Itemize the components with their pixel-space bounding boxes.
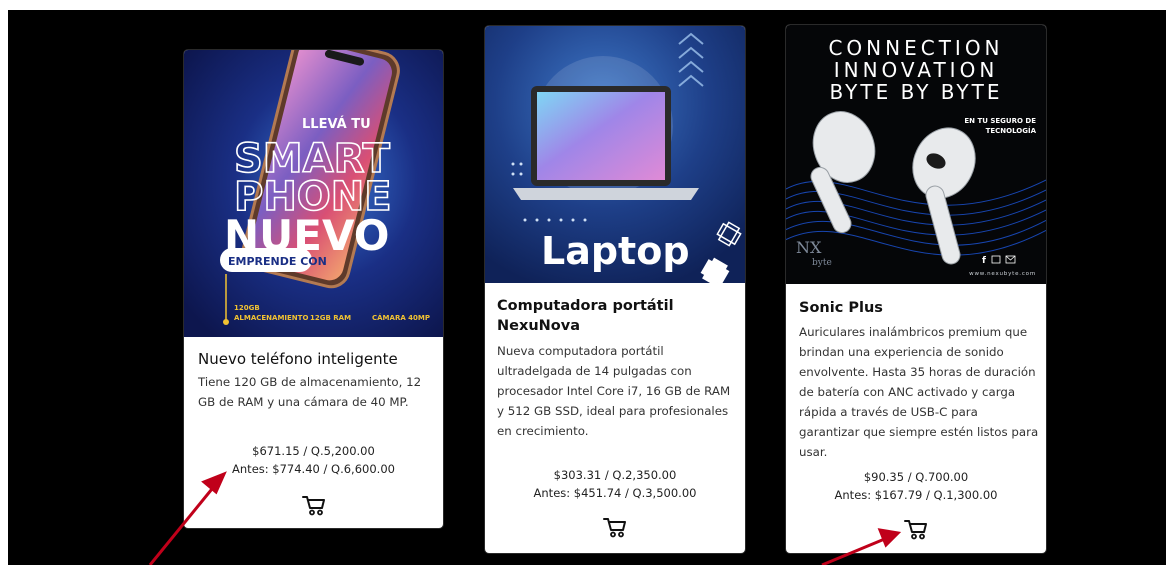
product-price: $90.35 / Q.700.00 <box>863 470 969 484</box>
img-text-spec2: 12GB RAM <box>310 314 351 322</box>
product-description: Tiene 120 GB de almacenamiento, 12 GB de… <box>198 375 422 409</box>
cart-icon[interactable] <box>903 518 929 540</box>
product-image-laptop: Laptop <box>485 26 745 283</box>
img-text-kicker: LLEVÁ TU <box>302 116 371 132</box>
img-text-brand1: NX <box>796 238 822 257</box>
product-price: $671.15 / Q.5,200.00 <box>252 444 375 458</box>
img-text-connection: CONNECTION <box>828 36 1003 60</box>
img-text-pill: EMPRENDE CON <box>228 255 327 268</box>
product-name: Nuevo teléfono inteligente <box>198 350 398 368</box>
svg-text:f: f <box>982 256 986 266</box>
img-text-tag1: EN TU SEGURO DE <box>964 117 1036 125</box>
img-text-spec1b: ALMACENAMIENTO <box>234 314 308 322</box>
img-text-site: www.nexubyte.com <box>969 271 1036 277</box>
product-card-laptop: Laptop Computadora portátil NexuNova Nue… <box>485 26 745 553</box>
product-name: Sonic Plus <box>799 300 883 316</box>
product-price: $303.31 / Q.2,350.00 <box>553 468 677 482</box>
cart-icon[interactable] <box>301 494 327 516</box>
img-text-laptop: Laptop <box>541 229 690 273</box>
product-name: Computadora portátil NexuNova <box>497 298 674 334</box>
product-description: Nueva computadora portátil ultradelgada … <box>497 344 731 438</box>
product-image-earbuds: CONNECTION INNOVATION BYTE BY BYTE EN TU… <box>786 25 1046 284</box>
img-text-innovation: INNOVATION <box>834 58 999 82</box>
product-card-earbuds: CONNECTION INNOVATION BYTE BY BYTE EN TU… <box>786 25 1046 553</box>
img-text-spec1: 120GB <box>234 304 260 312</box>
product-old-price: Antes: $167.79 / Q.1,300.00 <box>834 488 998 502</box>
product-image-smartphone: SMART PHONE LLEVÁ TU NUEVO EMPRENDE CON … <box>184 50 443 337</box>
cart-icon[interactable] <box>602 516 628 538</box>
product-grid: SMART PHONE LLEVÁ TU NUEVO EMPRENDE CON … <box>8 10 1166 565</box>
product-card-smartphone: SMART PHONE LLEVÁ TU NUEVO EMPRENDE CON … <box>184 50 443 528</box>
product-description: Auriculares inalámbricos premium que bri… <box>799 325 1039 459</box>
product-old-price: Antes: $774.40 / Q.6,600.00 <box>232 462 395 476</box>
img-text-tag2: TECNOLOGÍA <box>986 126 1037 135</box>
img-text-byte: BYTE BY BYTE <box>830 80 1003 104</box>
img-text-spec3: CÁMARA 40MP <box>372 313 430 322</box>
img-text-brand2: byte <box>812 258 832 268</box>
product-old-price: Antes: $451.74 / Q.3,500.00 <box>533 486 697 500</box>
